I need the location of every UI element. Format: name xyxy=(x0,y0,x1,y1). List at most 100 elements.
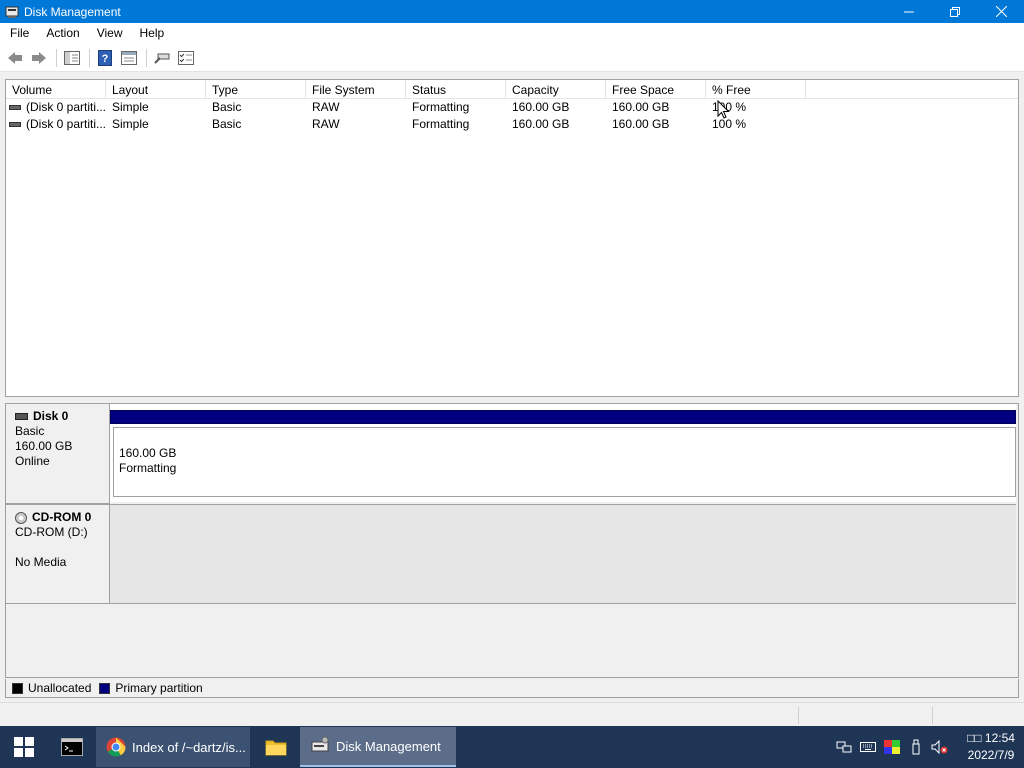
keyboard-icon[interactable] xyxy=(856,726,880,768)
taskbar-file-explorer[interactable] xyxy=(252,726,300,768)
command-prompt-icon xyxy=(61,738,83,756)
menu-action[interactable]: Action xyxy=(36,23,86,44)
cdrom-0-row: CD-ROM 0 CD-ROM (D:) No Media xyxy=(6,504,1018,604)
clock-time: □□ 12:54 xyxy=(967,731,1015,745)
disk-0-size: 160.00 GB xyxy=(15,439,73,453)
show-hide-console-tree-button[interactable] xyxy=(61,47,83,69)
volume-layout: Simple xyxy=(112,100,149,114)
cdrom-0-name: CD-ROM 0 xyxy=(32,510,92,524)
column-header-layout[interactable]: Layout xyxy=(106,80,206,99)
disk-0-label[interactable]: Disk 0 Basic 160.00 GB Online xyxy=(6,404,110,504)
taskbar: Index of /~dartz/is... Disk Management □… xyxy=(0,726,1024,768)
volume-row[interactable]: (Disk 0 partiti... Simple Basic RAW Form… xyxy=(6,99,1018,116)
volume-capacity: 160.00 GB xyxy=(512,117,570,131)
column-header-free-space[interactable]: Free Space xyxy=(606,80,706,99)
usb-device-icon[interactable] xyxy=(904,726,928,768)
clock[interactable]: □□ 12:54 2022/7/9 xyxy=(958,730,1024,764)
volume-type: Basic xyxy=(212,117,242,131)
close-button[interactable] xyxy=(978,0,1024,23)
show-hide-console-tree-icon xyxy=(64,50,80,65)
help-button[interactable]: ? xyxy=(94,47,116,69)
volume-list: Volume Layout Type File System Status Ca… xyxy=(5,79,1019,397)
disk-0-partition[interactable]: 160.00 GB Formatting xyxy=(113,427,1016,497)
legend: Unallocated Primary partition xyxy=(5,679,1019,698)
volume-disk-icon xyxy=(9,105,21,110)
legend-primary-partition: Primary partition xyxy=(99,681,203,695)
volume-file-system: RAW xyxy=(312,100,340,114)
toolbar-separator xyxy=(89,48,90,67)
window-title: Disk Management xyxy=(24,4,121,19)
back-icon xyxy=(8,51,22,64)
help-icon: ? xyxy=(98,49,112,66)
column-header-percent-free[interactable]: % Free xyxy=(706,80,806,99)
checklist-icon xyxy=(178,50,194,65)
toolbar-separator xyxy=(146,48,147,67)
title-bar: Disk Management xyxy=(0,0,1024,23)
start-button[interactable] xyxy=(0,726,48,768)
volume-row[interactable]: (Disk 0 partiti... Simple Basic RAW Form… xyxy=(6,116,1018,133)
status-bar-divider xyxy=(798,707,799,724)
volume-name: (Disk 0 partiti... xyxy=(25,117,106,131)
volume-muted-icon[interactable] xyxy=(928,726,952,768)
minimize-button[interactable] xyxy=(886,0,932,23)
volume-list-header: Volume Layout Type File System Status Ca… xyxy=(6,80,1018,99)
cdrom-0-state: No Media xyxy=(15,555,67,569)
menu-bar: File Action View Help xyxy=(0,23,1024,44)
toolbar: ? xyxy=(0,44,1024,72)
volume-free-space: 160.00 GB xyxy=(612,100,670,114)
column-header-capacity[interactable]: Capacity xyxy=(506,80,606,99)
volume-type: Basic xyxy=(212,100,242,114)
column-header-volume[interactable]: Volume xyxy=(6,80,106,99)
disk-management-app-icon xyxy=(5,5,19,19)
windows-logo-icon xyxy=(14,737,34,757)
forward-button[interactable] xyxy=(28,47,50,69)
taskbar-disk-management[interactable]: Disk Management xyxy=(300,727,456,767)
menu-view[interactable]: View xyxy=(87,23,130,44)
disk-icon xyxy=(15,413,28,420)
svg-text:?: ? xyxy=(102,53,109,65)
volume-file-system: RAW xyxy=(312,117,340,131)
forward-icon xyxy=(32,51,46,64)
volume-free-space: 160.00 GB xyxy=(612,117,670,131)
disk-0-partition-area: 160.00 GB Formatting xyxy=(110,404,1016,502)
status-bar xyxy=(0,702,1024,726)
menu-file[interactable]: File xyxy=(0,23,36,44)
connect-icon xyxy=(154,53,170,64)
cdrom-0-area xyxy=(110,504,1016,604)
properties-icon xyxy=(121,50,137,65)
taskbar-command-prompt[interactable] xyxy=(48,726,96,768)
network-icon[interactable] xyxy=(832,726,856,768)
system-tray: □□ 12:54 2022/7/9 xyxy=(832,726,1024,768)
column-header-type[interactable]: Type xyxy=(206,80,306,99)
disk-graphical-view: Disk 0 Basic 160.00 GB Online 160.00 GB … xyxy=(5,403,1019,678)
partition-status: Formatting xyxy=(119,461,177,475)
menu-help[interactable]: Help xyxy=(130,23,172,44)
status-bar-divider xyxy=(932,707,933,724)
volume-name: (Disk 0 partiti... xyxy=(25,100,106,114)
legend-label: Primary partition xyxy=(115,681,203,695)
task-label: Index of /~dartz/is... xyxy=(132,739,246,755)
column-header-status[interactable]: Status xyxy=(406,80,506,99)
column-header-file-system[interactable]: File System xyxy=(306,80,406,99)
volume-status: Formatting xyxy=(412,100,470,114)
volume-disk-icon xyxy=(9,122,21,127)
taskbar-chrome[interactable]: Index of /~dartz/is... xyxy=(96,727,250,767)
disk-management-icon xyxy=(311,736,329,752)
cdrom-0-label[interactable]: CD-ROM 0 CD-ROM (D:) No Media xyxy=(6,504,110,604)
properties-button[interactable] xyxy=(118,47,140,69)
cdrom-0-type: CD-ROM (D:) xyxy=(15,525,88,539)
partition-size: 160.00 GB xyxy=(119,446,177,460)
color-display-icon[interactable] xyxy=(880,726,904,768)
restore-button[interactable] xyxy=(932,0,978,23)
cd-rom-icon xyxy=(15,511,27,524)
back-button[interactable] xyxy=(4,47,26,69)
clock-date: 2022/7/9 xyxy=(967,748,1015,762)
task-label: Disk Management xyxy=(336,738,441,754)
mouse-cursor-icon xyxy=(717,100,730,119)
connect-button[interactable] xyxy=(151,47,173,69)
legend-swatch-unallocated xyxy=(12,682,23,694)
volume-layout: Simple xyxy=(112,117,149,131)
toolbar-separator xyxy=(56,48,57,67)
volume-status: Formatting xyxy=(412,117,470,131)
checklist-button[interactable] xyxy=(175,47,197,69)
